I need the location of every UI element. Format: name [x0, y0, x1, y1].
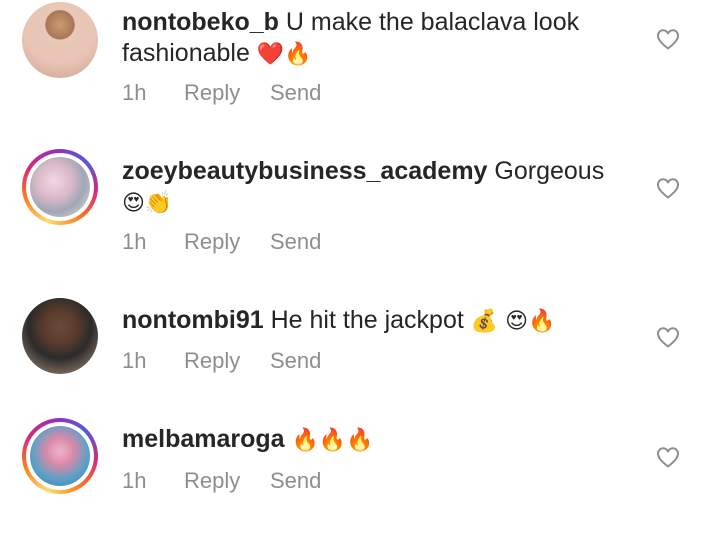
- comment-meta: 1h Reply Send: [122, 80, 321, 106]
- avatar[interactable]: [22, 418, 98, 494]
- comment-emojis: 😍👏: [122, 191, 173, 216]
- reply-button[interactable]: Reply: [184, 348, 270, 374]
- reply-button[interactable]: Reply: [184, 468, 270, 494]
- comment-body: Gorgeous: [494, 157, 605, 185]
- timestamp: 1h: [122, 348, 147, 373]
- comment-text: nontombi91 He hit the jackpot 💰 😍🔥: [122, 305, 612, 337]
- comment-text: melbamaroga 🔥🔥🔥: [122, 424, 612, 456]
- username[interactable]: nontombi91: [122, 306, 264, 334]
- avatar[interactable]: [22, 149, 98, 225]
- comment-meta: 1h Reply Send: [122, 229, 321, 255]
- avatar[interactable]: [22, 2, 98, 78]
- send-button[interactable]: Send: [270, 468, 321, 494]
- comment-emojis: ❤️🔥: [256, 42, 312, 67]
- send-button[interactable]: Send: [270, 80, 321, 106]
- comment-meta: 1h Reply Send: [122, 468, 321, 494]
- heart-outline-icon[interactable]: [656, 177, 680, 199]
- username[interactable]: nontobeko_b: [122, 8, 279, 36]
- avatar[interactable]: [22, 298, 98, 374]
- timestamp: 1h: [122, 468, 147, 493]
- comment-text: nontobeko_b U make the balaclava look fa…: [122, 7, 612, 70]
- comment-body: He hit the jackpot: [270, 306, 464, 334]
- heart-outline-icon[interactable]: [656, 28, 680, 50]
- timestamp: 1h: [122, 229, 147, 254]
- comment-emojis: 🔥🔥🔥: [291, 428, 374, 453]
- heart-outline-icon[interactable]: [656, 446, 680, 468]
- reply-button[interactable]: Reply: [184, 80, 270, 106]
- comment-meta: 1h Reply Send: [122, 348, 321, 374]
- send-button[interactable]: Send: [270, 229, 321, 255]
- send-button[interactable]: Send: [270, 348, 321, 374]
- comment-emojis: 💰 😍🔥: [470, 309, 556, 334]
- reply-button[interactable]: Reply: [184, 229, 270, 255]
- timestamp: 1h: [122, 80, 147, 105]
- username[interactable]: melbamaroga: [122, 425, 285, 453]
- heart-outline-icon[interactable]: [656, 326, 680, 348]
- username[interactable]: zoeybeautybusiness_academy: [122, 157, 487, 185]
- comment-text: zoeybeautybusiness_academy Gorgeous 😍👏: [122, 156, 612, 219]
